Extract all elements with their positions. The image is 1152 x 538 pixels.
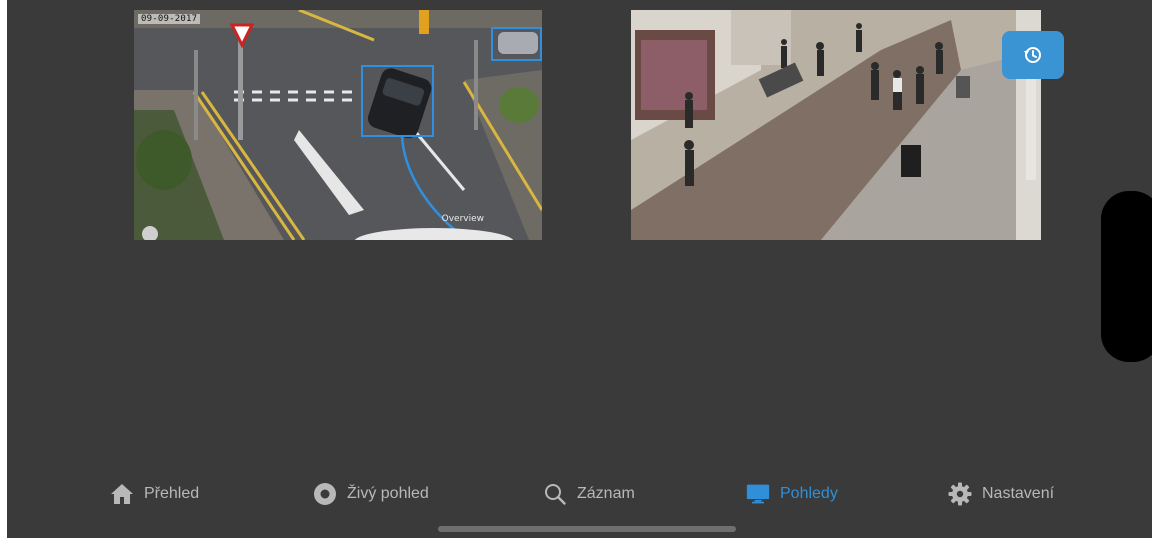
- history-button[interactable]: [1002, 31, 1064, 79]
- app-screen: 09-09-2017 Overview Přehled Živý pohled …: [7, 0, 1152, 538]
- nav-item-nastaveni[interactable]: Nastavení: [948, 470, 1054, 518]
- nav-label-nastaveni: Nastavení: [982, 485, 1055, 502]
- search-icon: [543, 482, 567, 506]
- nav-label-pohledy: Pohledy: [780, 485, 838, 502]
- home-indicator[interactable]: [438, 526, 736, 532]
- bottom-nav: Přehled Živý pohled Záznam Pohledy Nasta…: [7, 470, 1152, 518]
- side-drag-handle[interactable]: [1101, 191, 1152, 362]
- camera-feed-street: [631, 10, 1041, 240]
- monitor-icon: [746, 482, 770, 506]
- camera-overlay-label: Overview: [441, 214, 484, 224]
- nav-item-zaznam[interactable]: Záznam: [543, 470, 635, 518]
- history-icon: [1024, 47, 1041, 63]
- nav-item-prehled[interactable]: Přehled: [110, 470, 199, 518]
- nav-label-zivy-pohled: Živý pohled: [347, 485, 429, 502]
- gear-icon: [948, 482, 972, 506]
- nav-item-zivy-pohled[interactable]: Živý pohled: [313, 470, 429, 518]
- camera-tile-street[interactable]: [631, 10, 1041, 240]
- nav-item-pohledy[interactable]: Pohledy: [746, 470, 838, 518]
- camera-feed-traffic: [134, 10, 542, 240]
- camera-tile-traffic[interactable]: 09-09-2017 Overview: [134, 10, 542, 240]
- home-icon: [110, 482, 134, 506]
- nav-label-zaznam: Záznam: [577, 485, 635, 502]
- live-view-icon: [313, 482, 337, 506]
- nav-label-prehled: Přehled: [144, 485, 200, 502]
- camera-timestamp: 09-09-2017: [138, 14, 201, 24]
